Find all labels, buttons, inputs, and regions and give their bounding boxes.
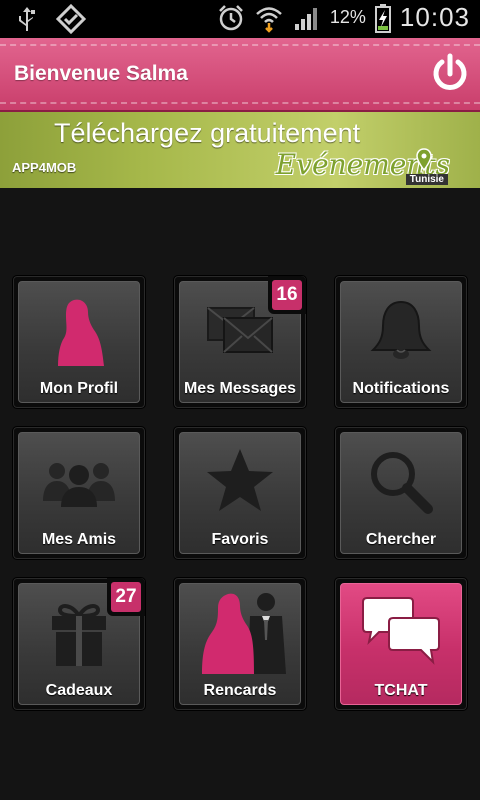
tile-messages[interactable]: Mes Messages 16 (173, 275, 307, 409)
messages-count: 16 (272, 280, 302, 310)
gift-icon (52, 604, 106, 666)
tile-profile-label: Mon Profil (39, 380, 119, 397)
usb-icon (19, 7, 35, 31)
magnifier-icon (371, 452, 433, 514)
tile-dates-label: Rencards (203, 682, 277, 699)
chat-bubbles-icon (362, 597, 440, 665)
tile-profile[interactable]: Mon Profil (12, 275, 146, 409)
signal-icon (294, 7, 317, 30)
messages-count-badge: 16 (268, 276, 306, 314)
tile-messages-label: Mes Messages (183, 380, 297, 397)
tile-friends-label: Mes Amis (41, 531, 117, 548)
battery-charging-icon (374, 3, 391, 33)
app-icon (56, 4, 86, 34)
map-pin-icon (416, 148, 432, 172)
tile-gifts[interactable]: Cadeaux 27 (12, 577, 146, 711)
ad-banner[interactable]: Téléchargez gratuitement APP4MOB Evéneme… (0, 112, 480, 188)
header-stitch-top (0, 44, 480, 46)
power-icon[interactable] (428, 52, 472, 96)
banner-headline: Téléchargez gratuitement (54, 118, 361, 148)
tile-gifts-label: Cadeaux (45, 682, 113, 699)
couple-icon (202, 593, 286, 674)
woman-silhouette-icon (58, 299, 104, 366)
clock: 10:03 (399, 2, 470, 32)
tile-search-label: Chercher (365, 531, 437, 548)
tile-notifications[interactable]: Notifications (334, 275, 468, 409)
wifi-icon (256, 6, 282, 33)
group-icon (43, 463, 115, 507)
alarm-icon (219, 4, 243, 30)
tile-dates[interactable]: Rencards (173, 577, 307, 711)
tile-chat[interactable]: TCHAT (334, 577, 468, 711)
tile-friends[interactable]: Mes Amis (12, 426, 146, 560)
app-header: Bienvenue Salma (0, 38, 480, 112)
tile-chat-label: TCHAT (374, 682, 428, 699)
gifts-count-badge: 27 (107, 578, 145, 616)
tile-notifications-label: Notifications (352, 380, 450, 397)
tile-favorites[interactable]: Favoris (173, 426, 307, 560)
battery-percent: 12% (329, 7, 366, 27)
banner-brand-logo: APP4MOB (12, 160, 77, 175)
bell-icon (370, 300, 432, 359)
banner-country: Tunisie (405, 174, 448, 185)
envelopes-icon (207, 307, 273, 353)
header-stitch-bottom (0, 102, 480, 104)
tile-favorites-label: Favoris (211, 531, 269, 548)
tile-search[interactable]: Chercher (334, 426, 468, 560)
gifts-count: 27 (111, 582, 141, 612)
menu-grid: Mon Profil Mes Messages 16 Notifications (0, 188, 480, 800)
page-title: Bienvenue Salma (14, 62, 188, 85)
status-bar: 12% 10:03 (0, 0, 480, 38)
star-icon (207, 449, 273, 511)
